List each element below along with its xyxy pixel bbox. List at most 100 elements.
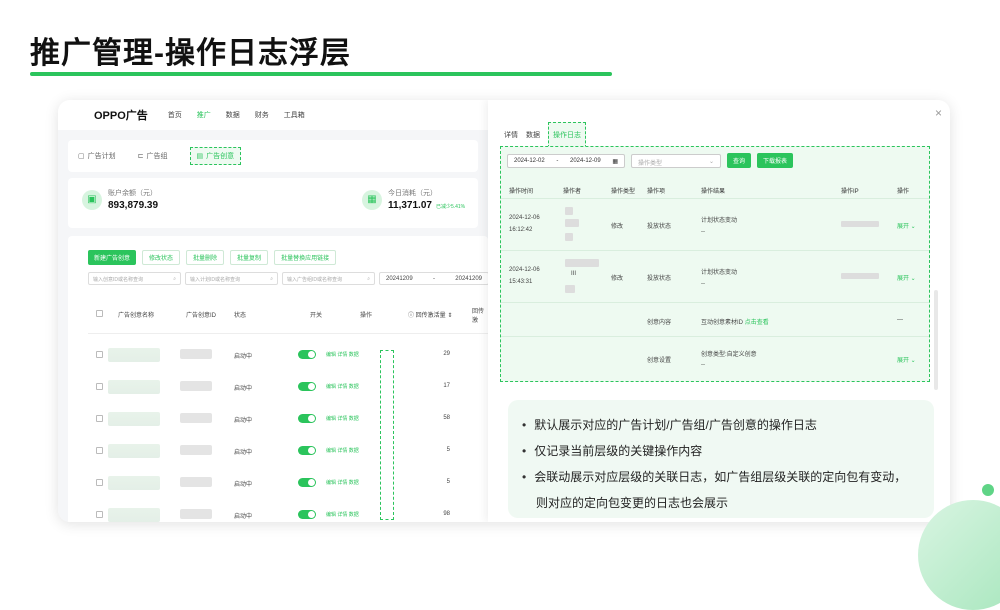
row-checkbox[interactable]	[96, 511, 103, 518]
row-checkbox[interactable]	[96, 479, 103, 486]
table-row: 启动中 编辑 详情 数据 58	[88, 404, 488, 434]
operation-type-select[interactable]: 操作类型 ⌄	[631, 153, 721, 168]
toggle-switch[interactable]	[298, 382, 316, 391]
search-icon: ⌕	[270, 276, 273, 282]
log-row: 2024-12-06 16:12:42 修改 投放状态 计划状态变动 -- 展开…	[501, 199, 929, 251]
nav-item-data[interactable]: 数据	[226, 110, 240, 120]
operator-blur	[565, 259, 599, 267]
level-tabs: ▢ 广告计划 ⊏ 广告组 ▤ 广告创意	[68, 140, 478, 172]
batch-replace-link-button[interactable]: 批量替换应用链接	[274, 250, 337, 265]
log-table-area: 2024-12-02-2024-12-09 ▦ 操作类型 ⌄ 查询 下载报表 操作时…	[500, 146, 930, 382]
row-actions[interactable]: 编辑 详情 数据	[326, 415, 359, 422]
log-table-header: 操作时间 操作者 操作类型 操作项 操作结果 操作IP 操作	[501, 179, 929, 199]
log-subrow: 创意内容 互动创意素材ID 点击查看 —	[501, 303, 929, 337]
toggle-switch[interactable]	[298, 350, 316, 359]
scrollbar[interactable]	[934, 290, 938, 390]
table-row: 启动中 编辑 详情 数据 29	[88, 340, 488, 370]
view-link[interactable]: 点击查看	[745, 320, 769, 326]
campaign-search-input[interactable]: 输入计划ID或名称查询 ⌕	[185, 272, 278, 285]
creative-name-blur	[108, 476, 160, 490]
activation-count: 5	[446, 447, 450, 453]
tab-creative[interactable]: ▤ 广告创意	[189, 147, 242, 165]
decorative-dot	[982, 484, 994, 496]
stats-card: ▣ 账户余额（元） 893,879.39 ▦ 今日消耗（元） 11,371.07…	[68, 178, 478, 228]
row-actions[interactable]: 编辑 详情 数据	[326, 351, 359, 358]
chevron-down-icon: ⌄	[708, 158, 714, 165]
toggle-switch[interactable]	[298, 478, 316, 487]
expand-link[interactable]: 展开 ⌄	[897, 355, 916, 364]
creative-list: 新建广告创意 修改状态 批量删除 批量复制 批量替换应用链接 输入创意ID或名称…	[68, 236, 489, 522]
status-text: 启动中	[234, 514, 253, 520]
action-buttons: 新建广告创意 修改状态 批量删除 批量复制 批量替换应用链接	[88, 250, 337, 265]
ip-blur	[841, 221, 879, 227]
adgroup-search-input[interactable]: 输入广告组ID或名称查询 ⌕	[282, 272, 375, 285]
expand-link[interactable]: 展开 ⌄	[897, 221, 916, 230]
header-activations[interactable]: ⓘ 回传激活量 ⇕	[408, 310, 452, 319]
modify-status-button[interactable]: 修改状态	[142, 250, 181, 265]
tab-campaign[interactable]: ▢ 广告计划	[78, 151, 116, 161]
table-row: 启动中 编辑 详情 数据 5	[88, 468, 488, 498]
row-actions[interactable]: 编辑 详情 数据	[326, 383, 359, 390]
status-text: 启动中	[234, 450, 253, 456]
creative-search-input[interactable]: 输入创意ID或名称查询 ⌕	[88, 272, 181, 285]
balance-stat: ▣ 账户余额（元） 893,879.39	[82, 188, 158, 211]
cost-icon: ▦	[362, 189, 382, 210]
creative-name-blur	[108, 380, 160, 394]
batch-delete-button[interactable]: 批量删除	[186, 250, 225, 265]
creative-name-blur	[108, 348, 160, 362]
note-item: 仅记录当前层级的关键操作内容	[522, 438, 920, 464]
row-actions[interactable]: 编辑 详情 数据	[326, 511, 359, 518]
new-creative-button[interactable]: 新建广告创意	[88, 250, 137, 265]
operator-blur	[565, 207, 573, 215]
today-cost-stat: ▦ 今日消耗（元） 11,371.07 已减少5.41%	[362, 188, 465, 211]
nav-item-tools[interactable]: 工具箱	[284, 110, 305, 120]
search-row: 输入创意ID或名称查询 ⌕ 输入计划ID或名称查询 ⌕ 输入广告组ID或名称查询 ⌕ …	[88, 272, 489, 285]
select-all-checkbox[interactable]	[96, 310, 103, 317]
ad-platform-app: OPPO广告 首页 推广 数据 财务 工具箱 ▢ 广告计划 ⊏ 广告组 ▤ 广告创意 …	[58, 100, 489, 522]
date-range-picker[interactable]: 20241209-20241209	[379, 272, 489, 285]
balance-value: 893,879.39	[108, 200, 159, 211]
tab-data[interactable]: 数据	[526, 130, 540, 140]
status-text: 启动中	[234, 386, 253, 392]
activation-count: 58	[443, 415, 450, 421]
tab-adgroup[interactable]: ⊏ 广告组	[138, 151, 168, 161]
creative-id-blur	[180, 509, 212, 519]
expand-link[interactable]: 展开 ⌄	[897, 273, 916, 282]
delta-badge: 已减少5.41%	[435, 204, 466, 210]
log-date-range[interactable]: 2024-12-02-2024-12-09 ▦	[507, 153, 625, 168]
log-row: 2024-12-06 15:43:31 III 修改 投放状态 计划状态变动 -…	[501, 251, 929, 303]
creative-name-blur	[108, 412, 160, 426]
drawer-tabs: 详情 数据 操作日志	[504, 122, 586, 148]
row-checkbox[interactable]	[96, 351, 103, 358]
query-button[interactable]: 查询	[727, 153, 752, 168]
creative-id-blur	[180, 445, 212, 455]
batch-copy-button[interactable]: 批量复制	[230, 250, 269, 265]
row-actions[interactable]: 编辑 详情 数据	[326, 447, 359, 454]
adgroup-icon: ⊏	[137, 153, 144, 160]
screenshot-frame: OPPO广告 首页 推广 数据 财务 工具箱 ▢ 广告计划 ⊏ 广告组 ▤ 广告创意 …	[58, 100, 950, 522]
status-text: 启动中	[234, 482, 253, 488]
status-text: 启动中	[234, 418, 253, 424]
tab-operation-log[interactable]: 操作日志	[548, 122, 586, 148]
download-report-button[interactable]: 下载报表	[757, 153, 794, 168]
nav-item-home[interactable]: 首页	[168, 110, 182, 120]
toggle-switch[interactable]	[298, 510, 316, 519]
slide-title: 推广管理-操作日志浮层	[30, 37, 351, 70]
tab-detail[interactable]: 详情	[504, 130, 518, 140]
table-row: 启动中 编辑 详情 数据 17	[88, 372, 488, 402]
nav-item-finance[interactable]: 财务	[255, 110, 269, 120]
ip-blur	[841, 273, 879, 279]
row-checkbox[interactable]	[96, 383, 103, 390]
toggle-switch[interactable]	[298, 414, 316, 423]
activation-count: 98	[443, 511, 450, 517]
close-icon[interactable]: ×	[935, 106, 942, 120]
row-actions[interactable]: 编辑 详情 数据	[326, 479, 359, 486]
row-checkbox[interactable]	[96, 415, 103, 422]
row-checkbox[interactable]	[96, 447, 103, 454]
nav-item-promotion[interactable]: 推广	[197, 110, 211, 120]
title-underline	[30, 72, 612, 76]
toggle-switch[interactable]	[298, 446, 316, 455]
log-subrow: 创意设置 创意类型:自定义创意 -- 展开 ⌄	[647, 352, 916, 368]
creative-id-blur	[180, 413, 212, 423]
activation-count: 5	[446, 479, 450, 485]
